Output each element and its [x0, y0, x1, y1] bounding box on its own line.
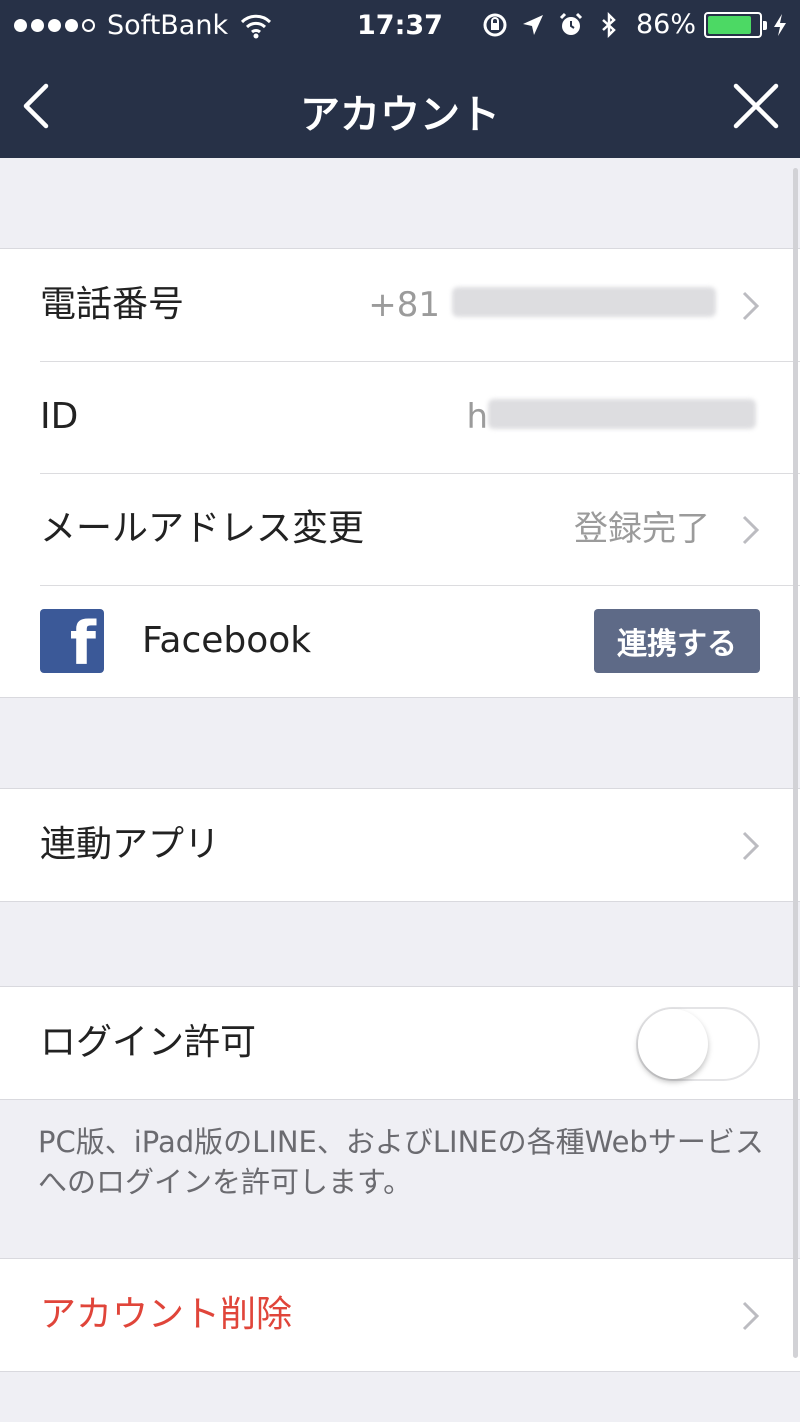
close-button[interactable]: [728, 78, 784, 134]
id-row: ID h: [0, 361, 800, 473]
redacted-phone-number: [452, 287, 716, 317]
charging-bolt-icon: [774, 13, 786, 36]
chevron-right-icon: [742, 831, 760, 861]
location-arrow-icon: [522, 14, 543, 35]
navigation-bar: アカウント: [0, 52, 800, 158]
login-section: ログイン許可: [0, 986, 800, 1100]
scrollbar[interactable]: [793, 168, 798, 1358]
email-change-row[interactable]: メールアドレス変更 登録完了: [0, 473, 800, 585]
status-right: 86%: [470, 9, 788, 40]
id-value: h: [466, 397, 488, 437]
redacted-id: [488, 399, 756, 429]
toggle-knob: [638, 1009, 708, 1079]
chevron-right-icon: [742, 291, 760, 321]
phone-number-label: 電話番号: [40, 284, 185, 325]
phone-number-value: +81: [368, 285, 440, 325]
login-permission-row: ログイン許可: [0, 987, 800, 1099]
chevron-right-icon: [742, 1301, 760, 1331]
facebook-logo-icon: f: [40, 609, 104, 673]
login-permission-toggle[interactable]: [636, 1007, 760, 1081]
account-section: 電話番号 +81 ID h メールアドレス変更 登録完了 f Facebook …: [0, 248, 800, 698]
email-status-value: 登録完了: [574, 509, 710, 549]
apps-section: 連動アプリ: [0, 788, 800, 902]
alarm-icon: [559, 12, 583, 35]
battery-percent: 86%: [635, 9, 696, 40]
facebook-logo-letter: f: [69, 609, 96, 673]
linked-apps-row[interactable]: 連動アプリ: [0, 789, 800, 901]
phone-number-row[interactable]: 電話番号 +81: [0, 249, 800, 361]
login-permission-note: PC版、iPad版のLINE、およびLINEの各種Webサービスへのログインを許…: [38, 1125, 764, 1199]
id-label: ID: [40, 396, 79, 437]
login-permission-label: ログイン許可: [40, 1022, 257, 1063]
status-bar: SoftBank 17:37 86%: [0, 0, 800, 52]
delete-account-label: アカウント削除: [40, 1294, 293, 1335]
facebook-link-button[interactable]: 連携する: [594, 609, 760, 673]
battery-icon: [704, 11, 767, 38]
email-change-label: メールアドレス変更: [40, 508, 365, 549]
facebook-row: f Facebook 連携する: [0, 585, 800, 697]
linked-apps-label: 連動アプリ: [40, 824, 221, 865]
facebook-label: Facebook: [142, 620, 312, 661]
delete-section: アカウント削除: [0, 1258, 800, 1372]
page-title: アカウント: [300, 92, 500, 138]
chevron-right-icon: [742, 515, 760, 545]
bluetooth-icon: [602, 11, 616, 38]
delete-account-row[interactable]: アカウント削除: [0, 1259, 800, 1371]
lock-rotation-icon: [483, 13, 507, 36]
